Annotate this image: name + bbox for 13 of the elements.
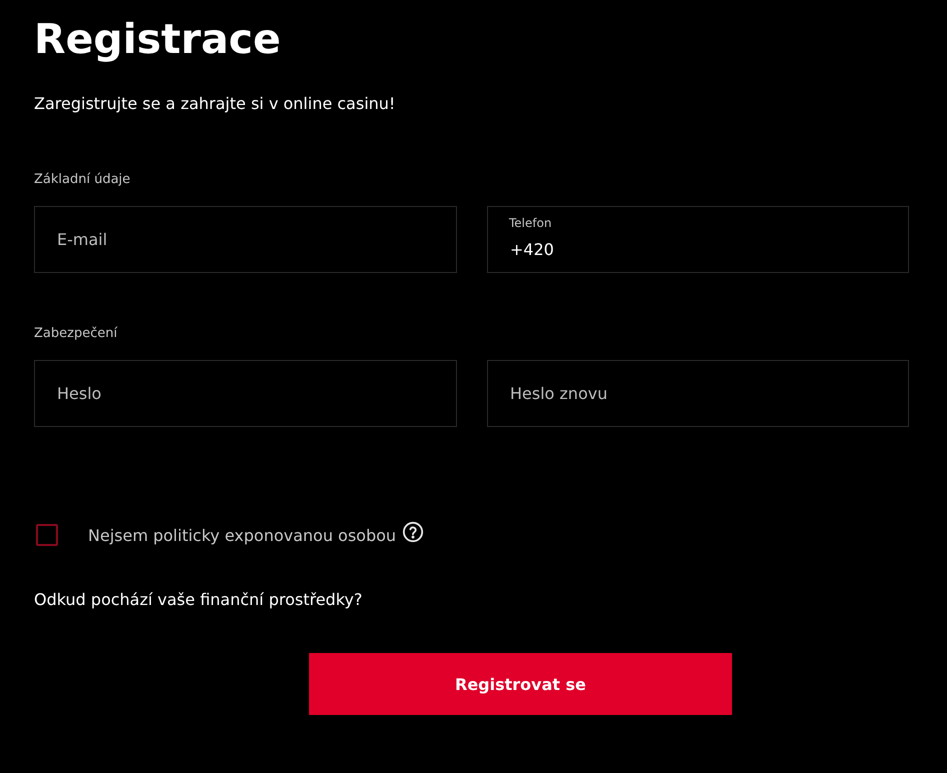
funds-question: Odkud pochází vaše finanční prostředky? [34, 590, 364, 610]
checkbox[interactable] [36, 524, 58, 546]
input-field[interactable]: Heslo [34, 360, 457, 427]
subtitle: Zaregistrujte se a zahrajte si v online casinu! [34, 94, 396, 114]
section-label: Základní údaje [34, 171, 132, 189]
input-field[interactable]: Heslo znovu [487, 360, 909, 427]
checkbox-label: Nejsem politicky exponovanou osobou [88, 526, 396, 544]
page-title: Registrace [34, 14, 282, 64]
section-label: Zabezpečení [34, 325, 118, 343]
register-button[interactable]: Registrovat se [309, 653, 732, 715]
input-field[interactable]: E-mail [34, 206, 457, 273]
help-icon[interactable] [402, 521, 424, 543]
field-label: Telefon [509, 216, 552, 230]
